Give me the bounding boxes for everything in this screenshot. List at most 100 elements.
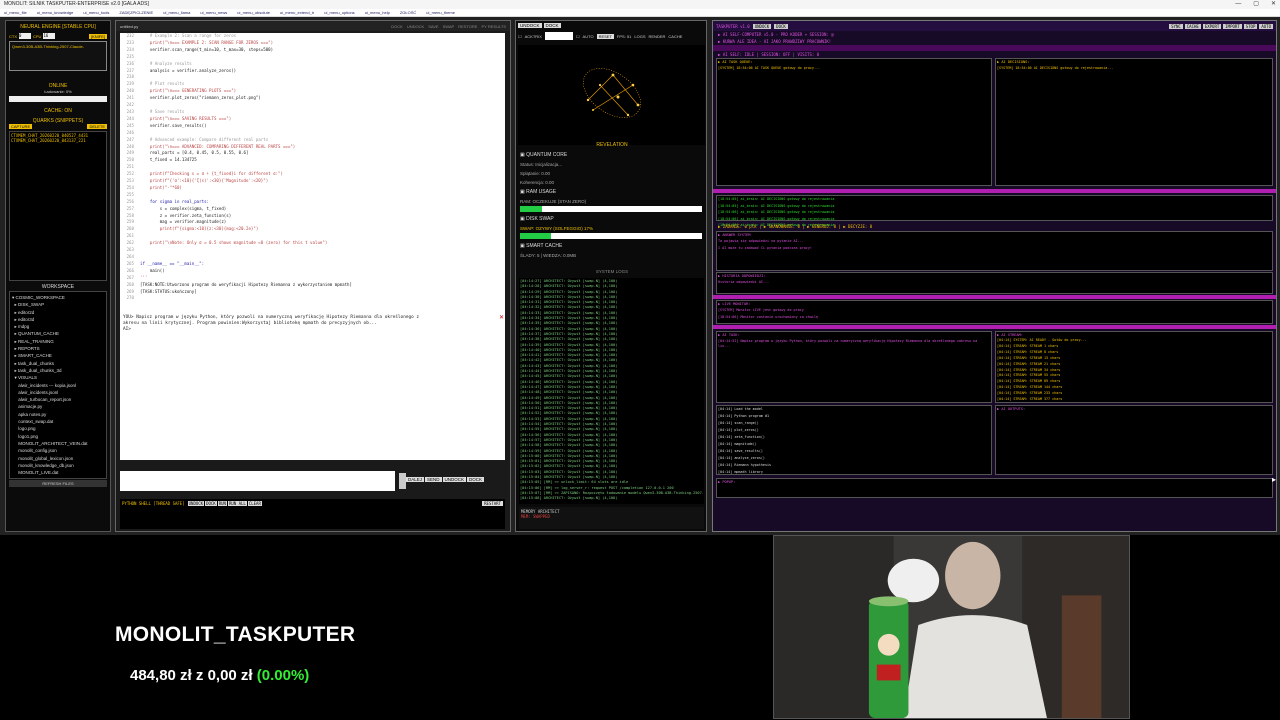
cache-toggle[interactable]: CACHE	[668, 34, 682, 39]
header-action-button[interactable]: IMPORT	[1223, 23, 1242, 29]
render-toggle[interactable]: RENDER	[649, 34, 666, 39]
tree-item[interactable]: ▸ REAL_TRAINING	[12, 338, 104, 345]
tree-item[interactable]: alwir_turbocan_report.json	[12, 396, 104, 403]
capture-button[interactable]: CAPTURE	[9, 124, 33, 129]
header-action-button[interactable]: AUTO	[1259, 23, 1273, 29]
tree-item[interactable]: ▸ mdpg	[12, 323, 104, 330]
checkbox-icon[interactable]: ☐	[576, 34, 580, 39]
menu-item[interactable]: ui_menu_options	[324, 9, 354, 16]
checkbox-icon[interactable]: ☐	[518, 34, 522, 39]
tree-item[interactable]: monolit_global_lexicon.json	[12, 455, 104, 462]
tree-item[interactable]: ▸ editor2d	[12, 309, 104, 316]
restart-button[interactable]: RESTART	[482, 501, 503, 506]
tree-item[interactable]: alwir_incidents --- kopia.jsonl	[12, 382, 104, 389]
editor-action-button[interactable]: PY RESULTS	[481, 24, 506, 29]
tree-item[interactable]: logo1.png	[12, 433, 104, 440]
model-select[interactable]: Qwen3-30B-A3B-Thinking-2507-Claude-	[9, 41, 107, 71]
header-action-button[interactable]: STOP	[1243, 23, 1258, 29]
close-icon[interactable]: ✕	[1271, 0, 1276, 9]
undock-button[interactable]: UNDOCK	[518, 23, 542, 28]
tree-item[interactable]: ▸ SMART_CACHE	[12, 352, 104, 359]
brain-log[interactable]: [18:54:05] ai_brain: AI DECISIONS gotowy…	[716, 195, 1273, 227]
shell-button[interactable]: CLEAR	[247, 501, 262, 506]
decisions-box[interactable]: ▶ AI DECISIONS: [SYSTEM] 18:54:06 AI DEC…	[995, 58, 1273, 186]
close-icon[interactable]: ✕	[499, 314, 504, 321]
tree-item[interactable]: ▾ COSMIC_WORKSPACE	[12, 294, 104, 301]
tree-item[interactable]: monolit_config.json	[12, 447, 104, 454]
undock-button[interactable]: UNDOCK	[752, 23, 772, 29]
tree-item[interactable]: ▸ editor3d	[12, 316, 104, 323]
tree-item[interactable]: ▸ DISK_SWAP	[12, 301, 104, 308]
system-logs[interactable]: [04:14:27] ARCHITECT: Ożywił [swap-N] (4…	[519, 278, 704, 504]
maximize-icon[interactable]: ▢	[1253, 0, 1259, 9]
editor-action-button[interactable]: UNDOCK	[407, 24, 424, 29]
tree-item[interactable]: ▾ VISUALS	[12, 374, 104, 381]
answer-system[interactable]: ▶ ANSWER SYSTEM Ta pojawią się odpowiedz…	[716, 231, 1273, 271]
send-button[interactable]: SEND	[425, 477, 442, 482]
reset-button[interactable]: RESET	[596, 33, 614, 39]
dock-button[interactable]: DOCK	[543, 23, 561, 28]
logs-toggle[interactable]: LOGS	[634, 34, 645, 39]
header-action-button[interactable]: CACHE	[1184, 23, 1201, 29]
header-action-button[interactable]: EXPORT	[1202, 23, 1222, 29]
tree-item[interactable]: MONOLIT_ARCHITECT_VEIN.dat	[12, 440, 104, 447]
editor-action-button[interactable]: DOCK	[391, 24, 403, 29]
chat-terminal[interactable]: YOU> Napisz program w języku Python, któ…	[120, 312, 505, 460]
dock-button[interactable]: DOCK	[467, 477, 485, 482]
editor-action-button[interactable]: SAVE	[428, 24, 438, 29]
shell-button[interactable]: UNDOCK	[187, 501, 205, 506]
answer-history[interactable]: ▶ HISTORIA ODPOWIEDZI: Historia odpowied…	[716, 272, 1273, 294]
shell-button[interactable]: RUN	[217, 501, 227, 506]
editor-action-button[interactable]: RESTORE	[458, 24, 477, 29]
prompt-scroll[interactable]	[399, 473, 406, 489]
editor-tab[interactable]: untitled.py	[120, 24, 138, 29]
knife-button[interactable]: [KNIFE]	[88, 33, 107, 39]
menu-item[interactable]: ui_menu_help	[365, 9, 390, 16]
acktrix-field[interactable]	[544, 32, 573, 40]
ai-steps-box[interactable]: [04:14] Load the model [04:14] Python pro…	[716, 405, 992, 475]
tree-item[interactable]: MONOLIT_LIVE.dat	[12, 469, 104, 476]
tree-item[interactable]: ▸ task_dual_chunks	[12, 360, 104, 367]
prompt-input[interactable]	[120, 471, 395, 491]
shell-button[interactable]: RUN ALL	[227, 501, 247, 506]
refresh-files-button[interactable]: REFRESH FILES	[9, 480, 107, 487]
menu-item[interactable]: ZGŁOŚĆ	[400, 9, 416, 16]
dock-button[interactable]: DOCK	[774, 23, 788, 29]
menu-item[interactable]: ui_menu_news	[200, 9, 227, 16]
menu-item[interactable]: ZADĘZPICLZENIE	[119, 9, 153, 16]
shell-button[interactable]: DOCK	[205, 501, 217, 506]
ai-outputs-box[interactable]: ▶ AI OUTPUTS:	[995, 405, 1273, 475]
code-editor[interactable]: 232 # Example 2: Scan a range for zeros 2…	[120, 33, 505, 320]
undock-button[interactable]: UNDOCK	[442, 477, 467, 482]
ctx-field[interactable]: 0	[19, 33, 31, 39]
menu-item[interactable]: ui_menu_extend_tr	[280, 9, 314, 16]
tree-item[interactable]: ▸ QUANTUM_CACHE	[12, 330, 104, 337]
ai-task-box[interactable]: ▶ AI TASK: [04:14:52] Napisz program w j…	[716, 331, 992, 403]
live-monitor[interactable]: ▶ LIVE MONITOR: [SYSTEM] Monitor LIVE je…	[716, 300, 1273, 324]
ai-stream-box[interactable]: ▶ AI STREAM: [04:14] SYSTEM: AI READY - …	[995, 331, 1273, 403]
task-queue-box[interactable]: ▶ AI TASK QUEUE: [SYSTEM] 18:54:06 AI TA…	[716, 58, 992, 186]
tree-item[interactable]: ▸ REPORTS	[12, 345, 104, 352]
tree-item[interactable]: context_swap.dat	[12, 418, 104, 425]
list-item[interactable]: CTXMEM_CHAT_20260220_043137_221	[11, 138, 105, 143]
menu-item[interactable]: ui_menu_obsolute	[237, 9, 270, 16]
cpu-field[interactable]: 16	[43, 33, 56, 39]
menu-item[interactable]: ui_menu_theme	[426, 9, 455, 16]
python-shell[interactable]: PYTHON SHELL [THREAD SAFE] UNDOCK DOCK RUN…	[120, 499, 505, 529]
popup-box[interactable]: ▶ POPUP:	[716, 478, 1273, 498]
tree-item[interactable]: alwir_incidents.jsonl	[12, 389, 104, 396]
header-action-button[interactable]: SYNC	[1169, 23, 1183, 29]
tree-item[interactable]: logo.png	[12, 425, 104, 432]
editor-action-button[interactable]: SWAP	[443, 24, 455, 29]
menu-item[interactable]: ui_menu_knowledge	[37, 9, 74, 16]
tree-item[interactable]: apka notes.py	[12, 411, 104, 418]
menu-item[interactable]: ui_menu_file	[4, 9, 27, 16]
menu-item[interactable]: ui_menu_llama	[163, 9, 190, 16]
tree-item[interactable]: monolit_knowledge_db.json	[12, 462, 104, 469]
tree-item[interactable]: animacje.py	[12, 403, 104, 410]
menu-item[interactable]: ui_menu_tools	[83, 9, 109, 16]
minimize-icon[interactable]: —	[1235, 0, 1241, 9]
dalej-button[interactable]: DALEJ	[406, 477, 425, 482]
tree-item[interactable]: ▸ task_dual_chunks_3d	[12, 367, 104, 374]
delete-button[interactable]: DELETE	[87, 124, 107, 129]
